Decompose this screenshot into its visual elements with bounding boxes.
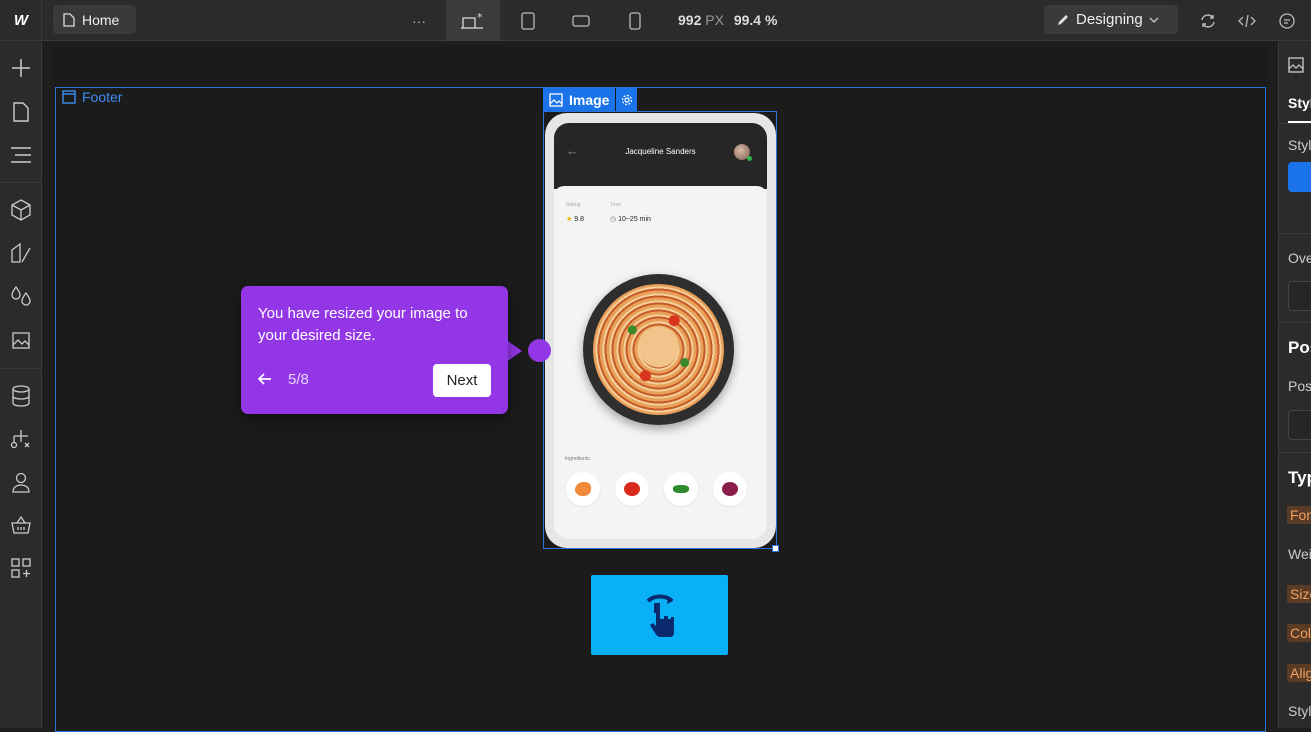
tooltip-beacon xyxy=(528,339,551,362)
brush-icon xyxy=(1058,14,1068,25)
onion-icon xyxy=(713,472,747,506)
code-icon[interactable] xyxy=(1229,0,1265,41)
apps-icon[interactable] xyxy=(0,553,42,583)
left-sidebar xyxy=(0,41,42,728)
font-label: Fon xyxy=(1287,506,1311,524)
align-label: Alig xyxy=(1287,664,1311,682)
components-icon[interactable] xyxy=(0,195,42,225)
mobile-portrait-icon[interactable] xyxy=(617,0,653,41)
mode-label: Designing xyxy=(1076,11,1143,28)
style-label: Styl xyxy=(1288,703,1311,719)
mobile-landscape-icon[interactable] xyxy=(563,0,599,41)
guide-tooltip: You have resized your image to your desi… xyxy=(241,286,508,414)
image-element-label[interactable]: Image xyxy=(543,88,638,111)
recipe-card: Rating Time ★ 9.8 ◷ 10~25 min Ingredient… xyxy=(554,186,767,539)
avatar xyxy=(734,144,752,161)
cms-icon[interactable] xyxy=(0,381,42,411)
sync-icon[interactable] xyxy=(1190,0,1226,41)
page-name: Home xyxy=(82,11,120,28)
phone-mockup-image[interactable]: ← Jacqueline Sanders Rating Time ★ 9.8 ◷… xyxy=(545,113,776,548)
tap-gesture-icon xyxy=(646,594,674,637)
clock-icon: ◷ xyxy=(610,216,617,223)
footer-label-text: Footer xyxy=(82,89,123,105)
comments-icon[interactable] xyxy=(1269,0,1305,41)
page-icon xyxy=(63,12,75,27)
tab-style[interactable]: Styl xyxy=(1288,95,1311,111)
page-selector-button[interactable]: Home xyxy=(53,5,136,34)
desktop-breakpoint-icon[interactable]: * xyxy=(446,0,500,41)
phone-screen: ← Jacqueline Sanders Rating Time ★ 9.8 ◷… xyxy=(554,123,767,539)
shrimp-icon xyxy=(566,472,600,506)
more-options-icon[interactable]: ··· xyxy=(401,0,437,41)
tap-gesture-button[interactable] xyxy=(591,575,728,655)
image-settings-icon[interactable] xyxy=(1288,57,1304,76)
star-icon: ★ xyxy=(566,216,573,223)
users-icon[interactable] xyxy=(0,467,42,497)
webflow-logo[interactable]: W xyxy=(0,0,42,41)
rating-label: Rating xyxy=(566,202,581,208)
style-selectors-icon[interactable] xyxy=(0,238,42,268)
tooltip-step-counter: 5/8 xyxy=(288,371,309,388)
image-settings-gear-icon[interactable] xyxy=(616,88,638,111)
svg-text:*: * xyxy=(477,12,483,24)
tablet-breakpoint-icon[interactable] xyxy=(510,0,546,41)
mode-dropdown[interactable]: Designing xyxy=(1044,5,1178,34)
resize-handle[interactable] xyxy=(772,545,779,552)
width-value: 992 xyxy=(678,12,702,28)
typography-heading: Typ xyxy=(1288,468,1311,487)
overrides-field[interactable] xyxy=(1288,281,1311,311)
pasta-bowl-photo xyxy=(583,274,734,425)
size-label: Size xyxy=(1287,585,1311,603)
chevron-down-icon xyxy=(1149,17,1159,23)
navigator-icon[interactable] xyxy=(0,140,42,170)
phone-header: ← Jacqueline Sanders xyxy=(554,123,767,189)
ecommerce-icon[interactable] xyxy=(0,510,42,540)
ingredients-label: Ingredients xyxy=(565,456,590,462)
herbs-icon xyxy=(664,472,698,506)
class-selector-chip[interactable] xyxy=(1288,162,1311,192)
tooltip-message: You have resized your image to your desi… xyxy=(258,305,468,344)
next-button[interactable]: Next xyxy=(433,364,491,397)
add-elements-icon[interactable] xyxy=(0,53,42,83)
position-select[interactable] xyxy=(1288,410,1311,440)
style-selector-label: Styl xyxy=(1288,137,1311,153)
canvas-dimensions[interactable]: 992 PX 99.4 % xyxy=(678,12,777,28)
right-style-panel: Styl Styl Ove Pos Pos Typ Fon Wei Size C… xyxy=(1278,41,1311,728)
time-label: Time xyxy=(610,202,621,208)
color-label: Colo xyxy=(1287,624,1311,642)
footer-element-label[interactable]: Footer xyxy=(62,89,122,105)
weight-label: Wei xyxy=(1288,546,1311,562)
zoom-value: 99.4 % xyxy=(733,12,778,28)
position-heading: Pos xyxy=(1288,338,1311,357)
back-arrow-icon[interactable] xyxy=(257,372,272,389)
pages-icon[interactable] xyxy=(0,97,42,127)
top-toolbar: W Home ··· * 992 PX 99.4 % Designing xyxy=(0,0,1311,41)
image-label-text: Image xyxy=(569,91,610,108)
rating-value: ★ 9.8 xyxy=(566,216,584,223)
assets-icon[interactable] xyxy=(0,324,42,354)
overrides-label: Ove xyxy=(1288,250,1311,266)
tomato-icon xyxy=(615,472,649,506)
section-icon xyxy=(62,90,76,104)
time-value: ◷ 10~25 min xyxy=(610,216,651,223)
width-unit: PX xyxy=(705,12,724,28)
position-label: Pos xyxy=(1288,378,1311,394)
image-icon xyxy=(549,92,563,107)
variables-icon[interactable] xyxy=(0,281,42,311)
logic-icon[interactable] xyxy=(0,424,42,454)
